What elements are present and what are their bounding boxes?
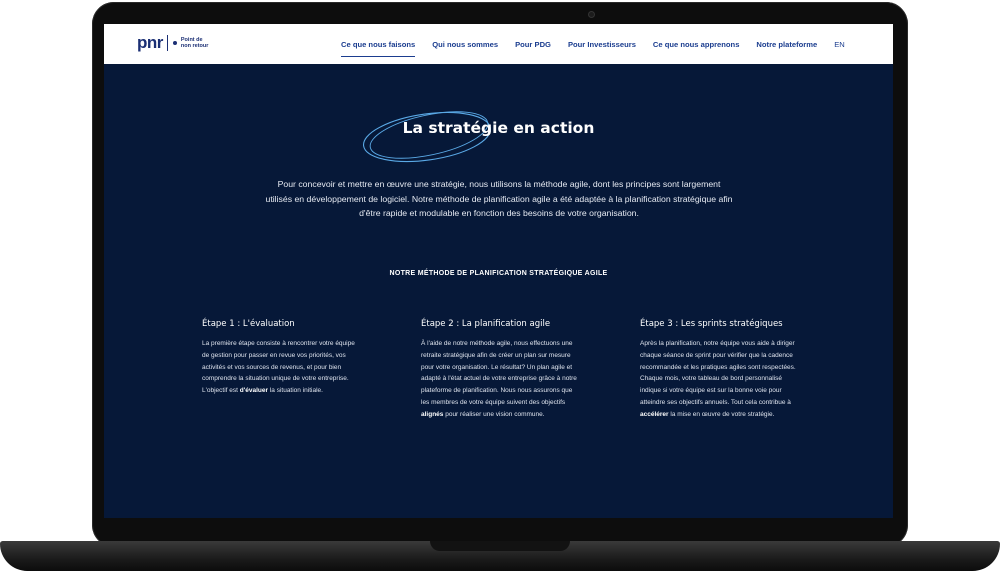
- step-3-body: Après la planification, notre équipe vou…: [640, 338, 800, 421]
- nav-pour-pdg[interactable]: Pour PDG: [515, 40, 551, 49]
- intro-paragraph: Pour concevoir et mettre en œuvre une st…: [265, 179, 733, 218]
- main-nav: Ce que nous faisons Qui nous sommes Pour…: [341, 24, 845, 64]
- logo[interactable]: pnr Point de non retour: [137, 34, 221, 51]
- logo-tagline-line2: non retour: [180, 42, 209, 49]
- step-3: Étape 3 : Les sprints stratégiques Après…: [640, 319, 800, 421]
- nav-pour-investisseurs[interactable]: Pour Investisseurs: [568, 40, 636, 49]
- step-3-title: Étape 3 : Les sprints stratégiques: [640, 319, 783, 329]
- step-1-body: La première étape consiste à rencontrer …: [202, 338, 362, 397]
- step-2-text-end: pour réaliser une vision commune.: [443, 410, 545, 418]
- scribble-ellipse-decoration: [362, 111, 492, 163]
- step-2-body: À l'aide de notre méthode agile, nous ef…: [421, 338, 581, 421]
- page-title: La stratégie en action: [402, 119, 595, 137]
- method-heading: NOTRE MÉTHODE DE PLANIFICATION STRATÉGIQ…: [389, 270, 608, 277]
- logo-divider: [166, 34, 168, 51]
- step-3-emphasis: accélérer: [640, 410, 669, 418]
- step-2: Étape 2 : La planification agile À l'aid…: [421, 319, 581, 421]
- step-2-emphasis: alignés: [421, 410, 444, 418]
- screen: pnr Point de non retour Ce que nous fais…: [104, 24, 893, 518]
- step-3-text-end: la mise en œuvre de votre stratégie.: [668, 410, 775, 418]
- logo-mark: pnr: [137, 33, 163, 52]
- logo-dot: [172, 40, 177, 45]
- logo-tagline: Point de non retour: [181, 37, 221, 49]
- laptop-notch: [430, 541, 570, 551]
- step-1-text-end: la situation initiale.: [268, 387, 323, 395]
- step-1-title: Étape 1 : L'évaluation: [202, 319, 295, 329]
- step-1-emphasis: d'évaluer: [239, 387, 269, 395]
- nav-qui-nous-sommes[interactable]: Qui nous sommes: [432, 40, 498, 49]
- nav-ce-que-nous-faisons[interactable]: Ce que nous faisons: [341, 40, 416, 57]
- top-navbar: pnr Point de non retour Ce que nous fais…: [104, 24, 893, 64]
- language-switch[interactable]: EN: [834, 40, 845, 49]
- step-3-text: Après la planification, notre équipe vou…: [640, 340, 796, 406]
- nav-ce-que-nous-apprenons[interactable]: Ce que nous apprenons: [653, 40, 740, 49]
- camera-dot: [588, 11, 595, 18]
- step-1: Étape 1 : L'évaluation La première étape…: [202, 319, 362, 397]
- nav-notre-plateforme[interactable]: Notre plateforme: [756, 40, 817, 49]
- step-2-text: À l'aide de notre méthode agile, nous ef…: [421, 340, 577, 406]
- step-2-title: Étape 2 : La planification agile: [421, 319, 551, 329]
